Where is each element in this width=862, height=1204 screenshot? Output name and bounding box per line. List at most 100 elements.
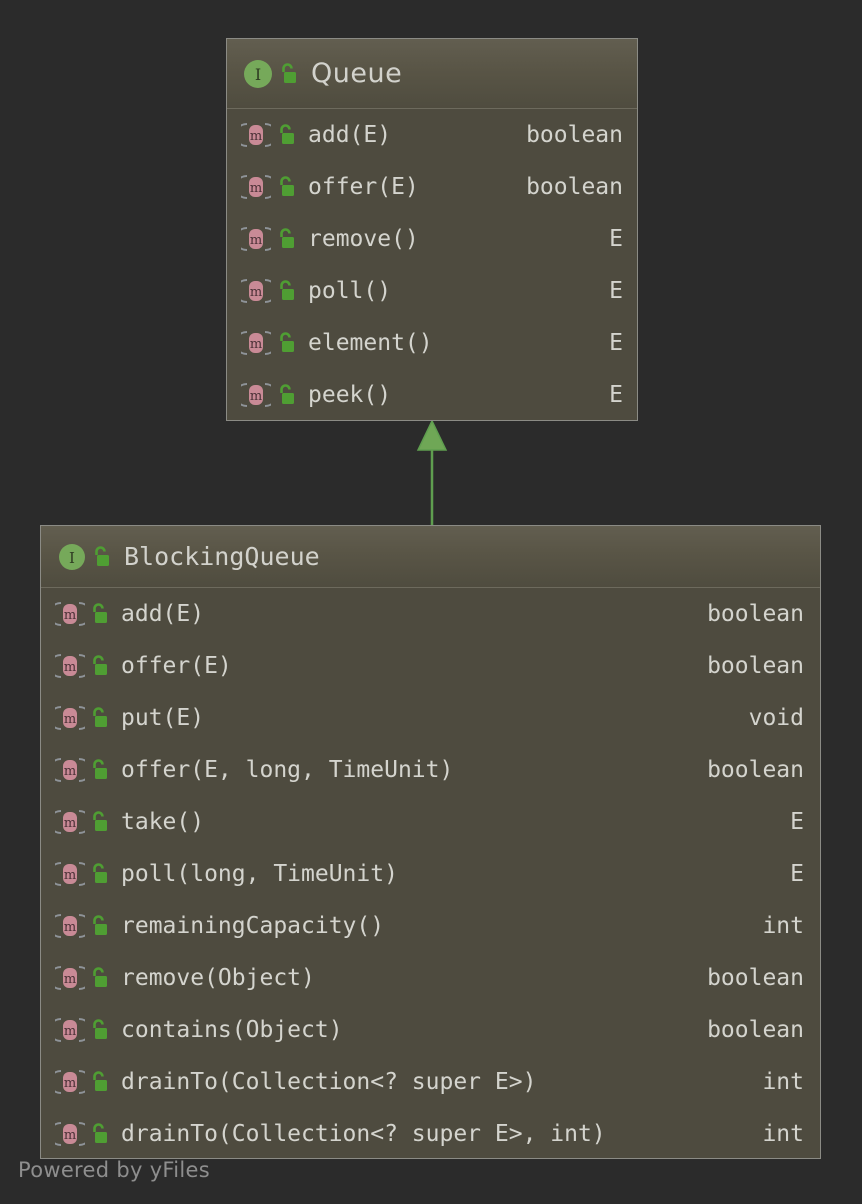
svg-text:m: m <box>250 337 262 352</box>
member-row[interactable]: m poll() E <box>227 265 637 317</box>
unlocked-padlock-icon <box>277 175 297 199</box>
method-icon: m <box>55 652 85 680</box>
method-icon: m <box>241 329 271 357</box>
member-name: take() <box>121 809 204 835</box>
member-name: poll() <box>308 278 391 304</box>
class-name-blockingqueue: BlockingQueue <box>124 542 320 571</box>
member-name: offer(E, long, TimeUnit) <box>121 757 453 783</box>
svg-text:m: m <box>64 972 76 987</box>
svg-text:m: m <box>64 1076 76 1091</box>
svg-text:m: m <box>64 608 76 623</box>
unlocked-padlock-icon <box>90 1018 110 1042</box>
uml-class-node-blockingqueue[interactable]: I BlockingQueue m <box>40 525 821 1159</box>
member-name: remainingCapacity() <box>121 913 384 939</box>
unlocked-padlock-icon <box>279 62 299 86</box>
member-name: remove(Object) <box>121 965 315 991</box>
svg-text:I: I <box>69 549 75 567</box>
member-row[interactable]: m offer(E, long, TimeUnit) boolean <box>41 744 820 796</box>
member-row[interactable]: m remainingCapacity() int <box>41 900 820 952</box>
member-name: add(E) <box>308 122 391 148</box>
svg-text:m: m <box>250 285 262 300</box>
member-type: int <box>738 1121 804 1147</box>
method-icon: m <box>55 1068 85 1096</box>
method-icon: m <box>55 860 85 888</box>
svg-text:m: m <box>64 920 76 935</box>
member-row[interactable]: m remove() E <box>227 213 637 265</box>
member-name: peek() <box>308 382 391 408</box>
member-row[interactable]: m element() E <box>227 317 637 369</box>
member-type: boolean <box>683 601 804 627</box>
member-type: boolean <box>683 965 804 991</box>
member-row[interactable]: m add(E) boolean <box>227 109 637 161</box>
member-row[interactable]: m poll(long, TimeUnit) E <box>41 848 820 900</box>
svg-text:I: I <box>255 65 261 84</box>
unlocked-padlock-icon <box>277 383 297 407</box>
unlocked-padlock-icon <box>277 279 297 303</box>
unlocked-padlock-icon <box>90 914 110 938</box>
unlocked-padlock-icon <box>277 123 297 147</box>
member-type: E <box>766 861 804 887</box>
method-icon: m <box>55 1016 85 1044</box>
member-list-blockingqueue: m add(E) boolean m <box>41 588 820 1159</box>
member-type: E <box>766 809 804 835</box>
interface-icon: I <box>243 59 273 89</box>
member-row[interactable]: m take() E <box>41 796 820 848</box>
method-icon: m <box>55 964 85 992</box>
member-type: int <box>738 913 804 939</box>
inheritance-edge <box>408 420 456 526</box>
svg-text:m: m <box>250 181 262 196</box>
member-name: drainTo(Collection<? super E>, int) <box>121 1121 606 1147</box>
method-icon: m <box>241 277 271 305</box>
member-type: boolean <box>683 1017 804 1043</box>
member-name: put(E) <box>121 705 204 731</box>
member-row[interactable]: m offer(E) boolean <box>41 640 820 692</box>
member-name: drainTo(Collection<? super E>) <box>121 1069 536 1095</box>
yfiles-watermark: Powered by yFiles <box>18 1158 210 1182</box>
member-row[interactable]: m drainTo(Collection<? super E>) int <box>41 1056 820 1108</box>
method-icon: m <box>55 1120 85 1148</box>
unlocked-padlock-icon <box>90 966 110 990</box>
unlocked-padlock-icon <box>90 706 110 730</box>
member-type: boolean <box>683 757 804 783</box>
unlocked-padlock-icon <box>90 862 110 886</box>
member-row[interactable]: m drainTo(Collection<? super E>, int) in… <box>41 1108 820 1159</box>
member-row[interactable]: m peek() E <box>227 369 637 421</box>
unlocked-padlock-icon <box>92 545 112 569</box>
member-name: contains(Object) <box>121 1017 343 1043</box>
member-list-queue: m add(E) boolean m <box>227 109 637 421</box>
method-icon: m <box>55 756 85 784</box>
member-type: boolean <box>502 174 623 200</box>
unlocked-padlock-icon <box>90 1070 110 1094</box>
uml-class-node-queue[interactable]: I Queue m <box>226 38 638 421</box>
node-header-blockingqueue[interactable]: I BlockingQueue <box>41 526 820 588</box>
svg-text:m: m <box>64 660 76 675</box>
method-icon: m <box>241 173 271 201</box>
member-type: E <box>585 226 623 252</box>
member-row[interactable]: m contains(Object) boolean <box>41 1004 820 1056</box>
svg-text:m: m <box>250 233 262 248</box>
member-row[interactable]: m remove(Object) boolean <box>41 952 820 1004</box>
interface-icon: I <box>57 542 87 572</box>
member-type: E <box>585 382 623 408</box>
inheritance-arrowhead-icon <box>418 421 446 450</box>
unlocked-padlock-icon <box>90 654 110 678</box>
member-name: offer(E) <box>308 174 419 200</box>
svg-text:m: m <box>250 389 262 404</box>
unlocked-padlock-icon <box>277 331 297 355</box>
member-type: E <box>585 330 623 356</box>
svg-text:m: m <box>64 868 76 883</box>
member-type: void <box>725 705 804 731</box>
method-icon: m <box>55 912 85 940</box>
member-row[interactable]: m add(E) boolean <box>41 588 820 640</box>
svg-text:m: m <box>250 129 262 144</box>
member-row[interactable]: m put(E) void <box>41 692 820 744</box>
member-row[interactable]: m offer(E) boolean <box>227 161 637 213</box>
member-name: add(E) <box>121 601 204 627</box>
method-icon: m <box>241 121 271 149</box>
svg-text:m: m <box>64 764 76 779</box>
member-name: offer(E) <box>121 653 232 679</box>
member-name: poll(long, TimeUnit) <box>121 861 398 887</box>
node-header-queue[interactable]: I Queue <box>227 39 637 109</box>
unlocked-padlock-icon <box>277 227 297 251</box>
member-type: int <box>738 1069 804 1095</box>
